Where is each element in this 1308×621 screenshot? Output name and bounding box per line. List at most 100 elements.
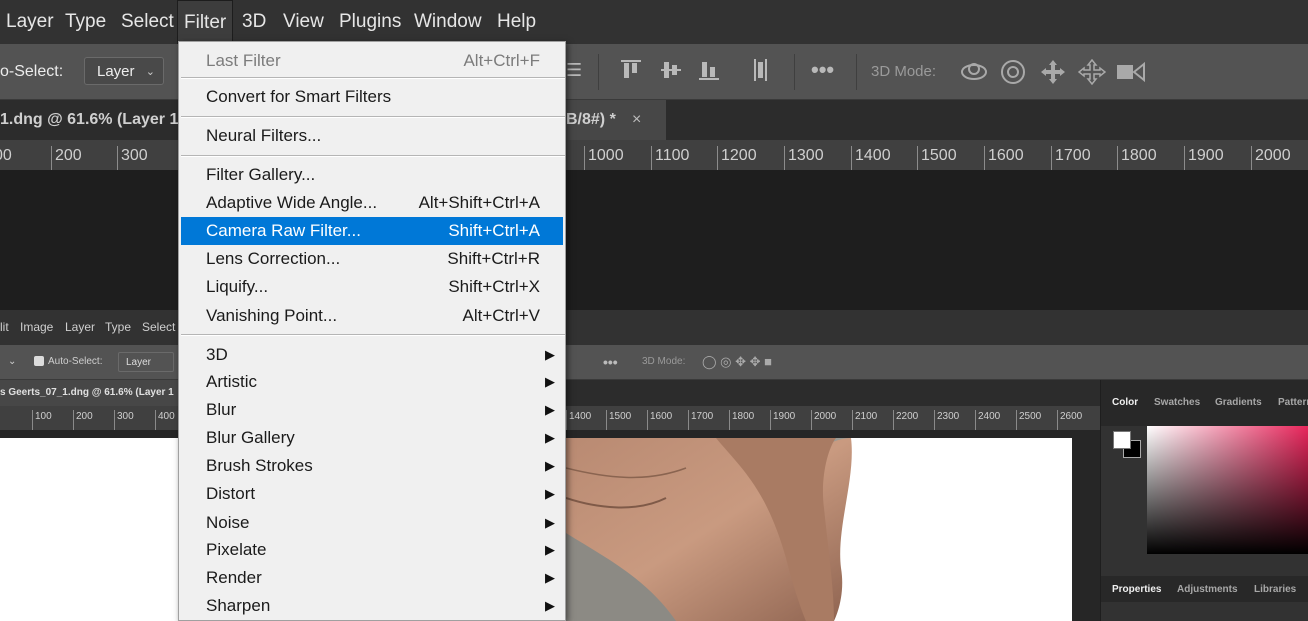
menu-item-pixelate[interactable]: Pixelate ▶ (181, 536, 563, 563)
align-left-icon[interactable] (750, 58, 772, 87)
menu-item-sharpen[interactable]: Sharpen ▶ (181, 592, 563, 619)
ruler-tick: 2000 (811, 410, 836, 430)
menu-item-blur[interactable]: Blur ▶ (181, 396, 563, 423)
ruler-tick: 300 (114, 410, 134, 430)
align-top-icon[interactable] (620, 58, 642, 87)
document-tab-left[interactable]: 1.dng @ 61.6% (Layer 1 (0, 100, 184, 140)
layer-dropdown[interactable]: Layer ⌄ (84, 57, 164, 85)
submenu-arrow-icon: ▶ (545, 430, 555, 445)
menu-view[interactable]: View (277, 0, 330, 44)
nested-menu-layer[interactable]: Layer (65, 310, 95, 345)
document-tab-active[interactable]: B/8#) * × (566, 100, 666, 140)
chevron-down-icon[interactable]: ⌄ (8, 345, 16, 379)
menu-item-neural-filters[interactable]: Neural Filters... (181, 123, 563, 149)
menu-plugins[interactable]: Plugins (333, 0, 407, 44)
align-vcenter-icon[interactable] (660, 58, 682, 87)
menu-item-vanishing-point[interactable]: Vanishing Point... Alt+Ctrl+V (181, 302, 563, 330)
ruler-tick: 200 (73, 410, 93, 430)
nested-menu-select[interactable]: Select (142, 310, 175, 345)
menu-item-3d[interactable]: 3D ▶ (181, 341, 563, 368)
ruler-tick: 2400 (975, 410, 1000, 430)
scale-3d-icon[interactable] (1116, 60, 1146, 89)
nested-3d-mode-label: 3D Mode: (642, 356, 686, 367)
ruler-tick: 2500 (1016, 410, 1041, 430)
tab-color[interactable]: Color (1112, 397, 1138, 408)
nested-document-tab[interactable]: s Geerts_07_1.dng @ 61.6% (Layer 1 (0, 380, 178, 406)
menu-item-camera-raw-filter[interactable]: Camera Raw Filter... Shift+Ctrl+A (181, 217, 563, 245)
menu-item-label: Noise (206, 513, 250, 532)
menu-item-blur-gallery[interactable]: Blur Gallery ▶ (181, 424, 563, 451)
menu-item-shortcut: Alt+Ctrl+F (463, 51, 540, 70)
submenu-arrow-icon: ▶ (545, 486, 555, 501)
menu-item-label: Convert for Smart Filters (206, 87, 392, 106)
tab-gradients[interactable]: Gradients (1215, 397, 1262, 408)
document-tab-title: B/8#) * (566, 111, 616, 128)
submenu-arrow-icon: ▶ (545, 542, 555, 557)
roll-3d-icon[interactable] (1000, 59, 1026, 90)
menu-item-label: Sharpen (206, 596, 271, 615)
ruler-tick: 1800 (729, 410, 754, 430)
menu-item-label: Brush Strokes (206, 456, 313, 475)
tab-swatches[interactable]: Swatches (1154, 397, 1200, 408)
menu-layer[interactable]: Layer (0, 0, 60, 44)
nested-menu-type[interactable]: Type (105, 310, 131, 345)
submenu-arrow-icon: ▶ (545, 347, 555, 362)
auto-select-label: o-Select: (0, 63, 64, 80)
submenu-arrow-icon: ▶ (545, 374, 555, 389)
menu-item-distort[interactable]: Distort ▶ (181, 480, 563, 507)
menu-help[interactable]: Help (491, 0, 542, 44)
menu-3d[interactable]: 3D (236, 0, 272, 44)
menu-window[interactable]: Window (408, 0, 488, 44)
menu-item-label: Liquify... (206, 277, 269, 296)
menu-item-artistic[interactable]: Artistic ▶ (181, 368, 563, 395)
foreground-swatch[interactable] (1113, 431, 1131, 449)
color-picker-field[interactable] (1147, 426, 1308, 554)
nested-more-icon[interactable]: ••• (603, 345, 618, 379)
orbit-3d-icon[interactable] (960, 59, 988, 90)
ruler-tick: 2600 (1057, 410, 1082, 430)
menu-item-render[interactable]: Render ▶ (181, 564, 563, 591)
menu-item-brush-strokes[interactable]: Brush Strokes ▶ (181, 452, 563, 479)
menu-item-liquify[interactable]: Liquify... Shift+Ctrl+X (181, 273, 563, 301)
tab-adjustments[interactable]: Adjustments (1177, 584, 1238, 595)
menu-filter[interactable]: Filter (177, 0, 234, 44)
right-panel: Color Swatches Gradients Patterns Proper… (1100, 380, 1308, 621)
tab-properties[interactable]: Properties (1112, 584, 1161, 595)
slide-3d-icon[interactable] (1077, 58, 1107, 90)
menu-item-shortcut: Shift+Ctrl+A (448, 221, 540, 240)
chevron-down-icon: ⌄ (145, 66, 155, 78)
ruler-tick: 1400 (851, 146, 891, 170)
ruler-tick: 400 (155, 410, 175, 430)
menu-select[interactable]: Select (115, 0, 180, 44)
ruler-tick: 1000 (584, 146, 624, 170)
nested-menu-edit[interactable]: lit (0, 310, 9, 345)
menu-item-filter-gallery[interactable]: Filter Gallery... (181, 161, 563, 189)
ruler-tick: 2000 (1251, 146, 1291, 170)
nested-menu-image[interactable]: Image (20, 310, 53, 345)
menu-item-noise[interactable]: Noise ▶ (181, 509, 563, 536)
ruler-tick: 300 (117, 146, 148, 170)
submenu-arrow-icon: ▶ (545, 515, 555, 530)
close-icon[interactable]: × (632, 100, 641, 140)
pan-3d-icon[interactable] (1040, 59, 1066, 90)
checkbox-icon[interactable] (34, 356, 44, 366)
nested-3d-icons[interactable]: ◯ ◎ ✥ ✥ ■ (702, 345, 772, 379)
more-options-icon[interactable]: ••• (811, 57, 834, 83)
align-icon[interactable]: ☰ (566, 60, 582, 81)
menu-item-lens-correction[interactable]: Lens Correction... Shift+Ctrl+R (181, 245, 563, 273)
menu-item-label: Lens Correction... (206, 249, 341, 268)
tab-libraries[interactable]: Libraries (1254, 584, 1296, 595)
menu-item-label: Render (206, 568, 262, 587)
menu-item-convert-smart-filters[interactable]: Convert for Smart Filters (181, 84, 563, 110)
menu-type[interactable]: Type (59, 0, 112, 44)
menu-item-label: Distort (206, 484, 256, 503)
align-bottom-icon[interactable] (698, 58, 720, 87)
menu-item-label: Adaptive Wide Angle... (206, 193, 378, 212)
filter-menu: Last Filter Alt+Ctrl+F Convert for Smart… (178, 41, 566, 621)
layer-dropdown-value: Layer (97, 63, 135, 80)
ruler-tick: 2300 (934, 410, 959, 430)
menu-item-adaptive-wide-angle[interactable]: Adaptive Wide Angle... Alt+Shift+Ctrl+A (181, 189, 563, 217)
tab-patterns[interactable]: Patterns (1278, 397, 1308, 408)
ruler-tick: 1100 (651, 146, 689, 170)
nested-layer-dropdown[interactable]: Layer (118, 352, 174, 372)
